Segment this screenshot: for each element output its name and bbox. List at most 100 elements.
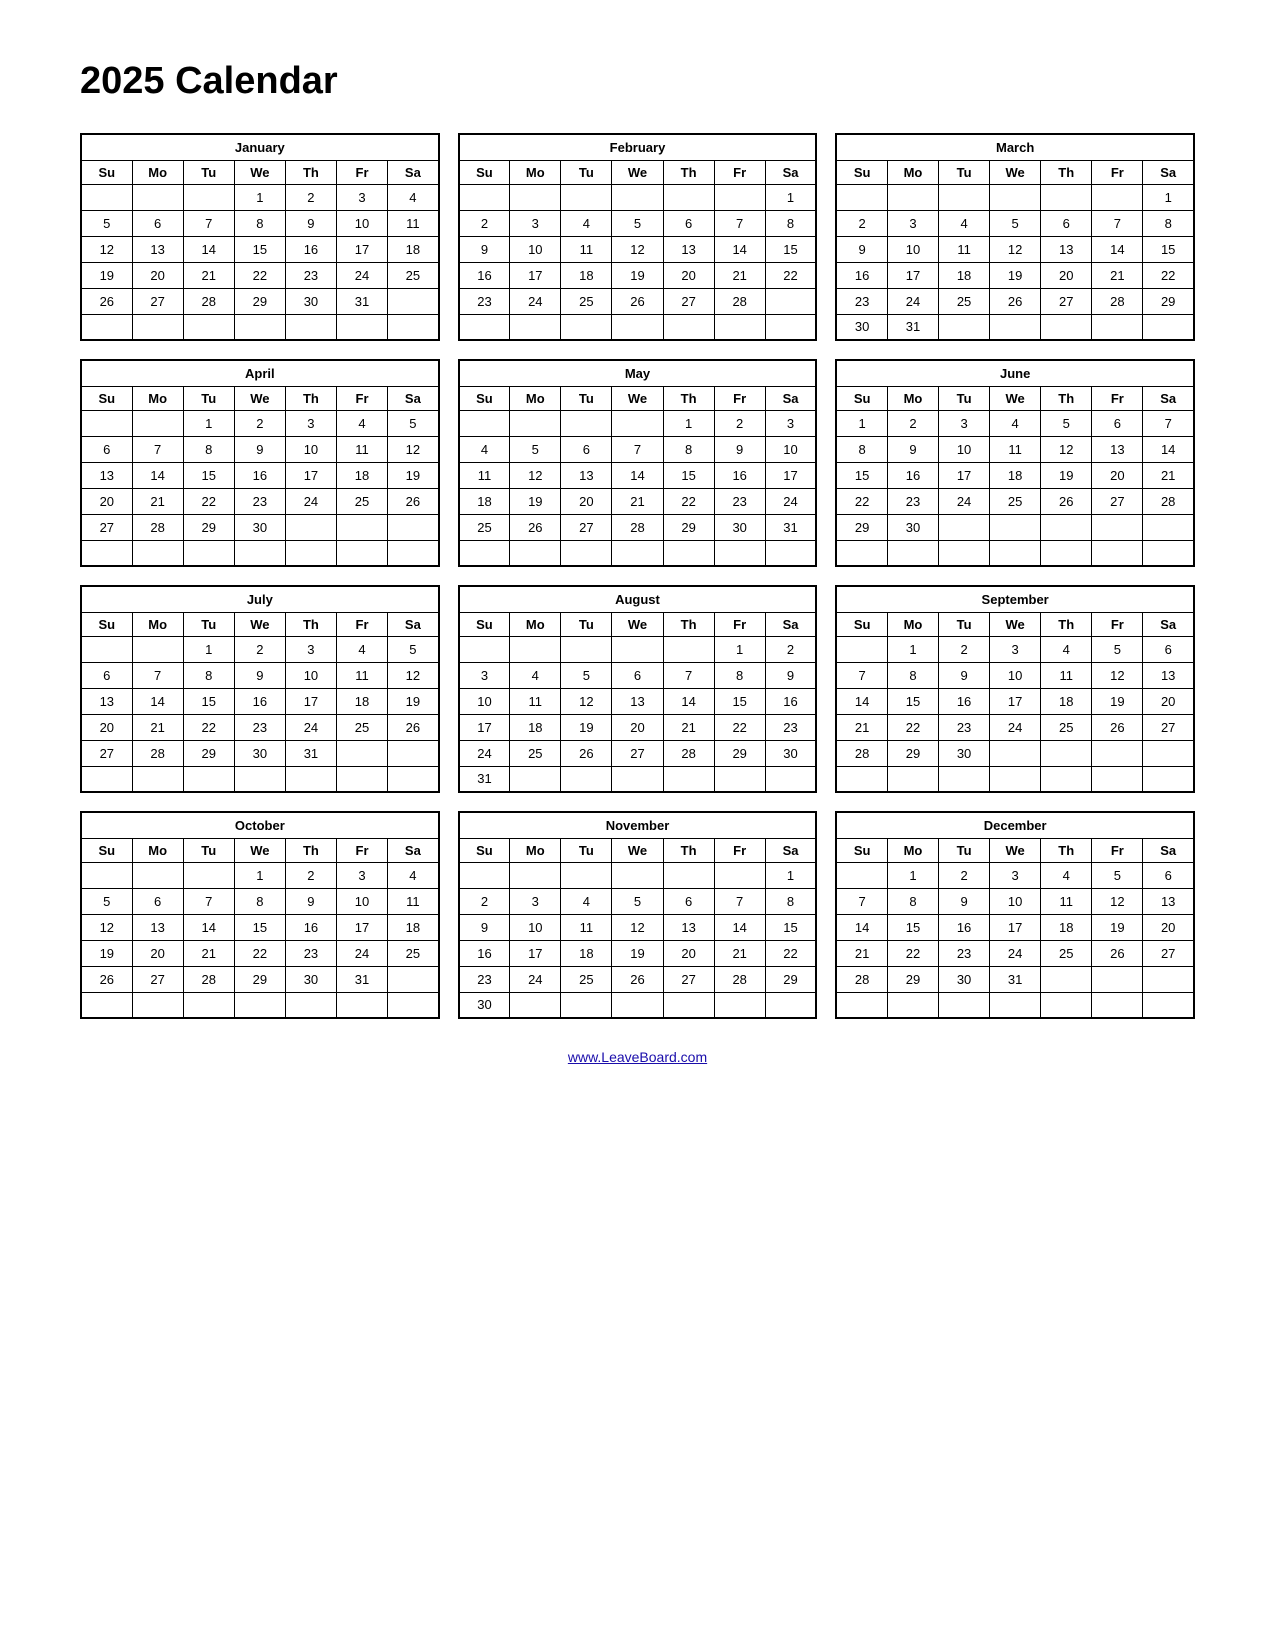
day-header-we: We [990, 838, 1041, 862]
day-cell: 14 [1092, 236, 1143, 262]
day-cell: 3 [285, 410, 336, 436]
day-cell [336, 992, 387, 1018]
day-cell: 24 [285, 714, 336, 740]
day-cell: 1 [714, 636, 765, 662]
week-row: 1234567 [836, 410, 1194, 436]
day-header-sa: Sa [1143, 838, 1194, 862]
day-header-fr: Fr [1092, 160, 1143, 184]
day-cell: 28 [1143, 488, 1194, 514]
day-cell: 13 [81, 462, 132, 488]
day-cell: 25 [939, 288, 990, 314]
day-cell: 22 [663, 488, 714, 514]
day-cell: 2 [765, 636, 816, 662]
week-row: 78910111213 [836, 888, 1194, 914]
day-cell [836, 636, 887, 662]
day-header-th: Th [663, 838, 714, 862]
day-cell: 6 [81, 436, 132, 462]
day-cell: 26 [612, 966, 663, 992]
day-header-th: Th [285, 838, 336, 862]
day-cell [1092, 514, 1143, 540]
day-cell: 4 [1041, 862, 1092, 888]
day-cell [81, 540, 132, 566]
day-header-fr: Fr [336, 612, 387, 636]
day-cell: 24 [765, 488, 816, 514]
day-cell: 28 [836, 966, 887, 992]
footer-link[interactable]: www.LeaveBoard.com [80, 1049, 1195, 1065]
calendar-grid: JanuarySuMoTuWeThFrSa1234567891011121314… [80, 133, 1195, 1019]
week-row: 12 [459, 636, 817, 662]
day-cell: 22 [765, 940, 816, 966]
day-cell: 25 [459, 514, 510, 540]
week-row [81, 540, 439, 566]
day-cell [1143, 540, 1194, 566]
day-cell: 19 [561, 714, 612, 740]
week-row: 28293031 [836, 966, 1194, 992]
week-row: 262728293031 [81, 966, 439, 992]
day-cell: 17 [285, 688, 336, 714]
day-cell: 15 [765, 236, 816, 262]
day-cell: 12 [81, 914, 132, 940]
day-cell: 21 [612, 488, 663, 514]
day-header-fr: Fr [1092, 386, 1143, 410]
day-cell: 15 [887, 688, 938, 714]
day-cell: 25 [1041, 940, 1092, 966]
day-cell: 1 [1143, 184, 1194, 210]
day-header-we: We [234, 838, 285, 862]
day-cell: 23 [285, 262, 336, 288]
month-title-june: June [836, 360, 1194, 386]
day-cell: 10 [459, 688, 510, 714]
day-cell [612, 314, 663, 340]
day-cell: 26 [990, 288, 1041, 314]
week-row: 2728293031 [81, 740, 439, 766]
day-cell: 12 [612, 914, 663, 940]
day-cell: 31 [336, 966, 387, 992]
day-cell: 5 [1041, 410, 1092, 436]
day-header-tu: Tu [561, 838, 612, 862]
day-cell: 3 [336, 184, 387, 210]
week-row: 30 [459, 992, 817, 1018]
week-row: 23242526272829 [836, 288, 1194, 314]
day-cell: 24 [285, 488, 336, 514]
week-row: 232425262728 [459, 288, 817, 314]
week-row: 78910111213 [836, 662, 1194, 688]
day-cell: 2 [939, 636, 990, 662]
day-cell: 16 [714, 462, 765, 488]
day-cell: 30 [285, 288, 336, 314]
day-header-th: Th [663, 612, 714, 636]
day-cell [132, 636, 183, 662]
day-cell [1143, 314, 1194, 340]
week-row: 12131415161718 [81, 236, 439, 262]
day-cell: 20 [663, 262, 714, 288]
day-cell: 11 [561, 914, 612, 940]
day-cell: 21 [836, 714, 887, 740]
day-cell: 16 [285, 236, 336, 262]
day-header-sa: Sa [1143, 386, 1194, 410]
day-cell: 4 [990, 410, 1041, 436]
week-row [836, 766, 1194, 792]
day-header-th: Th [1041, 160, 1092, 184]
day-cell: 19 [81, 940, 132, 966]
day-cell: 21 [663, 714, 714, 740]
day-cell [459, 314, 510, 340]
day-cell: 11 [561, 236, 612, 262]
day-cell: 6 [561, 436, 612, 462]
day-cell: 26 [1041, 488, 1092, 514]
day-header-su: Su [459, 612, 510, 636]
week-row: 13141516171819 [81, 688, 439, 714]
day-cell: 21 [1143, 462, 1194, 488]
day-cell [81, 410, 132, 436]
day-cell [612, 184, 663, 210]
day-cell: 2 [285, 184, 336, 210]
day-cell: 21 [1092, 262, 1143, 288]
day-cell: 22 [183, 714, 234, 740]
month-table-february: FebruarySuMoTuWeThFrSa123456789101112131… [458, 133, 818, 341]
day-cell: 30 [887, 514, 938, 540]
month-table-november: NovemberSuMoTuWeThFrSa123456789101112131… [458, 811, 818, 1019]
day-cell: 12 [510, 462, 561, 488]
day-cell: 7 [132, 662, 183, 688]
day-cell: 13 [1041, 236, 1092, 262]
day-cell [836, 540, 887, 566]
day-cell: 23 [459, 288, 510, 314]
week-row: 9101112131415 [836, 236, 1194, 262]
day-cell: 14 [132, 688, 183, 714]
